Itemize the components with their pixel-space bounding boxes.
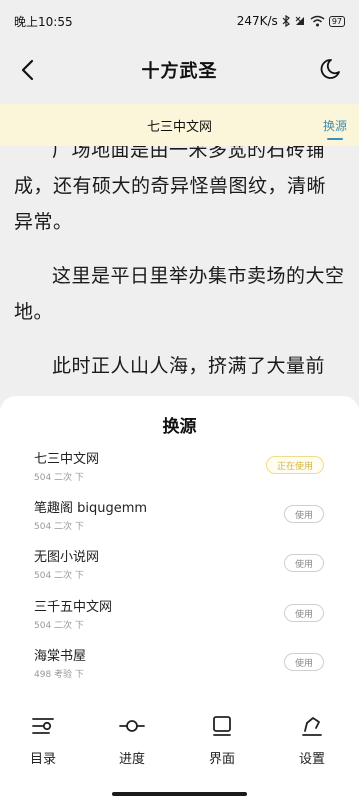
reader-paragraph: 这里是平日里举办集市卖场的大空地。 — [14, 265, 345, 323]
settings-icon — [302, 717, 322, 736]
source-name: 海棠书屋 — [34, 649, 87, 664]
battery-icon: 97 — [328, 15, 345, 27]
status-indicators: 247K/s 97 — [237, 14, 345, 28]
use-source-button[interactable]: 使用 — [284, 554, 324, 572]
nav-progress-label: 进度 — [118, 752, 145, 767]
night-mode-icon[interactable] — [319, 58, 341, 80]
network-speed: 247K/s — [236, 14, 278, 28]
progress-icon — [119, 720, 145, 732]
nav-settings[interactable]: 设置 — [282, 714, 342, 767]
use-source-button[interactable]: 使用 — [284, 653, 324, 671]
switch-source-underline — [327, 138, 343, 140]
catalog-icon — [32, 718, 54, 734]
status-time: 晚上10:55 — [14, 14, 73, 29]
source-item[interactable]: 海棠书屋 498 考验 下 使用 — [34, 645, 324, 685]
source-meta: 504 二次 下 — [34, 473, 84, 483]
sheet-title: 换源 — [162, 417, 197, 437]
switch-source-button[interactable]: 换源 — [323, 117, 347, 134]
reader-content: 广场地面是由一米多宽的石砖铺成，还有硕大的奇异怪兽图纹，清晰异常。 这里是平日里… — [0, 146, 359, 406]
nav-settings-label: 设置 — [298, 752, 325, 767]
source-meta: 504 二次 下 — [34, 571, 84, 581]
nav-display[interactable]: 界面 — [192, 714, 252, 767]
source-name: 无图小说网 — [34, 550, 100, 565]
home-indicator — [112, 792, 247, 796]
source-name: 笔趣阁 biqugemm — [34, 501, 148, 516]
current-source-name: 七三中文网 — [146, 119, 212, 135]
nav-progress[interactable]: 进度 — [102, 714, 162, 767]
app-bar: 十方武圣 — [0, 42, 359, 98]
source-name: 七三中文网 — [34, 452, 100, 467]
source-meta: 504 二次 下 — [34, 522, 84, 532]
use-source-button[interactable]: 使用 — [284, 604, 324, 622]
back-arrow-icon[interactable] — [18, 58, 40, 82]
book-title: 十方武圣 — [141, 61, 218, 82]
current-source-bar: 七三中文网 换源 — [0, 104, 359, 146]
nav-display-label: 界面 — [208, 752, 235, 767]
bluetooth-icon — [282, 15, 290, 27]
nav-catalog[interactable]: 目录 — [13, 714, 73, 767]
display-icon — [213, 716, 231, 736]
reader-paragraph: 此时正人山人海，挤满了大量前 — [52, 355, 326, 377]
source-item[interactable]: 七三中文网 504 二次 下 正在使用 — [34, 448, 324, 488]
switch-source-sheet: 换源 七三中文网 504 二次 下 正在使用 笔趣阁 biqugemm 504 … — [0, 396, 359, 696]
source-item[interactable]: 三千五中文网 504 二次 下 使用 — [34, 596, 324, 636]
in-use-badge[interactable]: 正在使用 — [266, 456, 324, 474]
use-source-button[interactable]: 使用 — [284, 505, 324, 523]
signal-x-icon — [295, 16, 304, 25]
wifi-icon — [310, 15, 325, 27]
bottom-nav: 目录 进度 界面 设置 — [0, 696, 359, 801]
source-meta: 504 二次 下 — [34, 621, 84, 631]
source-item[interactable]: 笔趣阁 biqugemm 504 二次 下 使用 — [34, 497, 324, 537]
reader-paragraph: 广场地面是由一米多宽的石砖铺成，还有硕大的奇异怪兽图纹，清晰异常。 — [14, 146, 327, 233]
source-name: 三千五中文网 — [34, 600, 113, 615]
source-item[interactable]: 无图小说网 504 二次 下 使用 — [34, 546, 324, 586]
nav-catalog-label: 目录 — [29, 752, 56, 767]
source-meta: 498 考验 下 — [34, 670, 84, 680]
status-bar: 晚上10:55 247K/s 97 — [0, 0, 359, 42]
